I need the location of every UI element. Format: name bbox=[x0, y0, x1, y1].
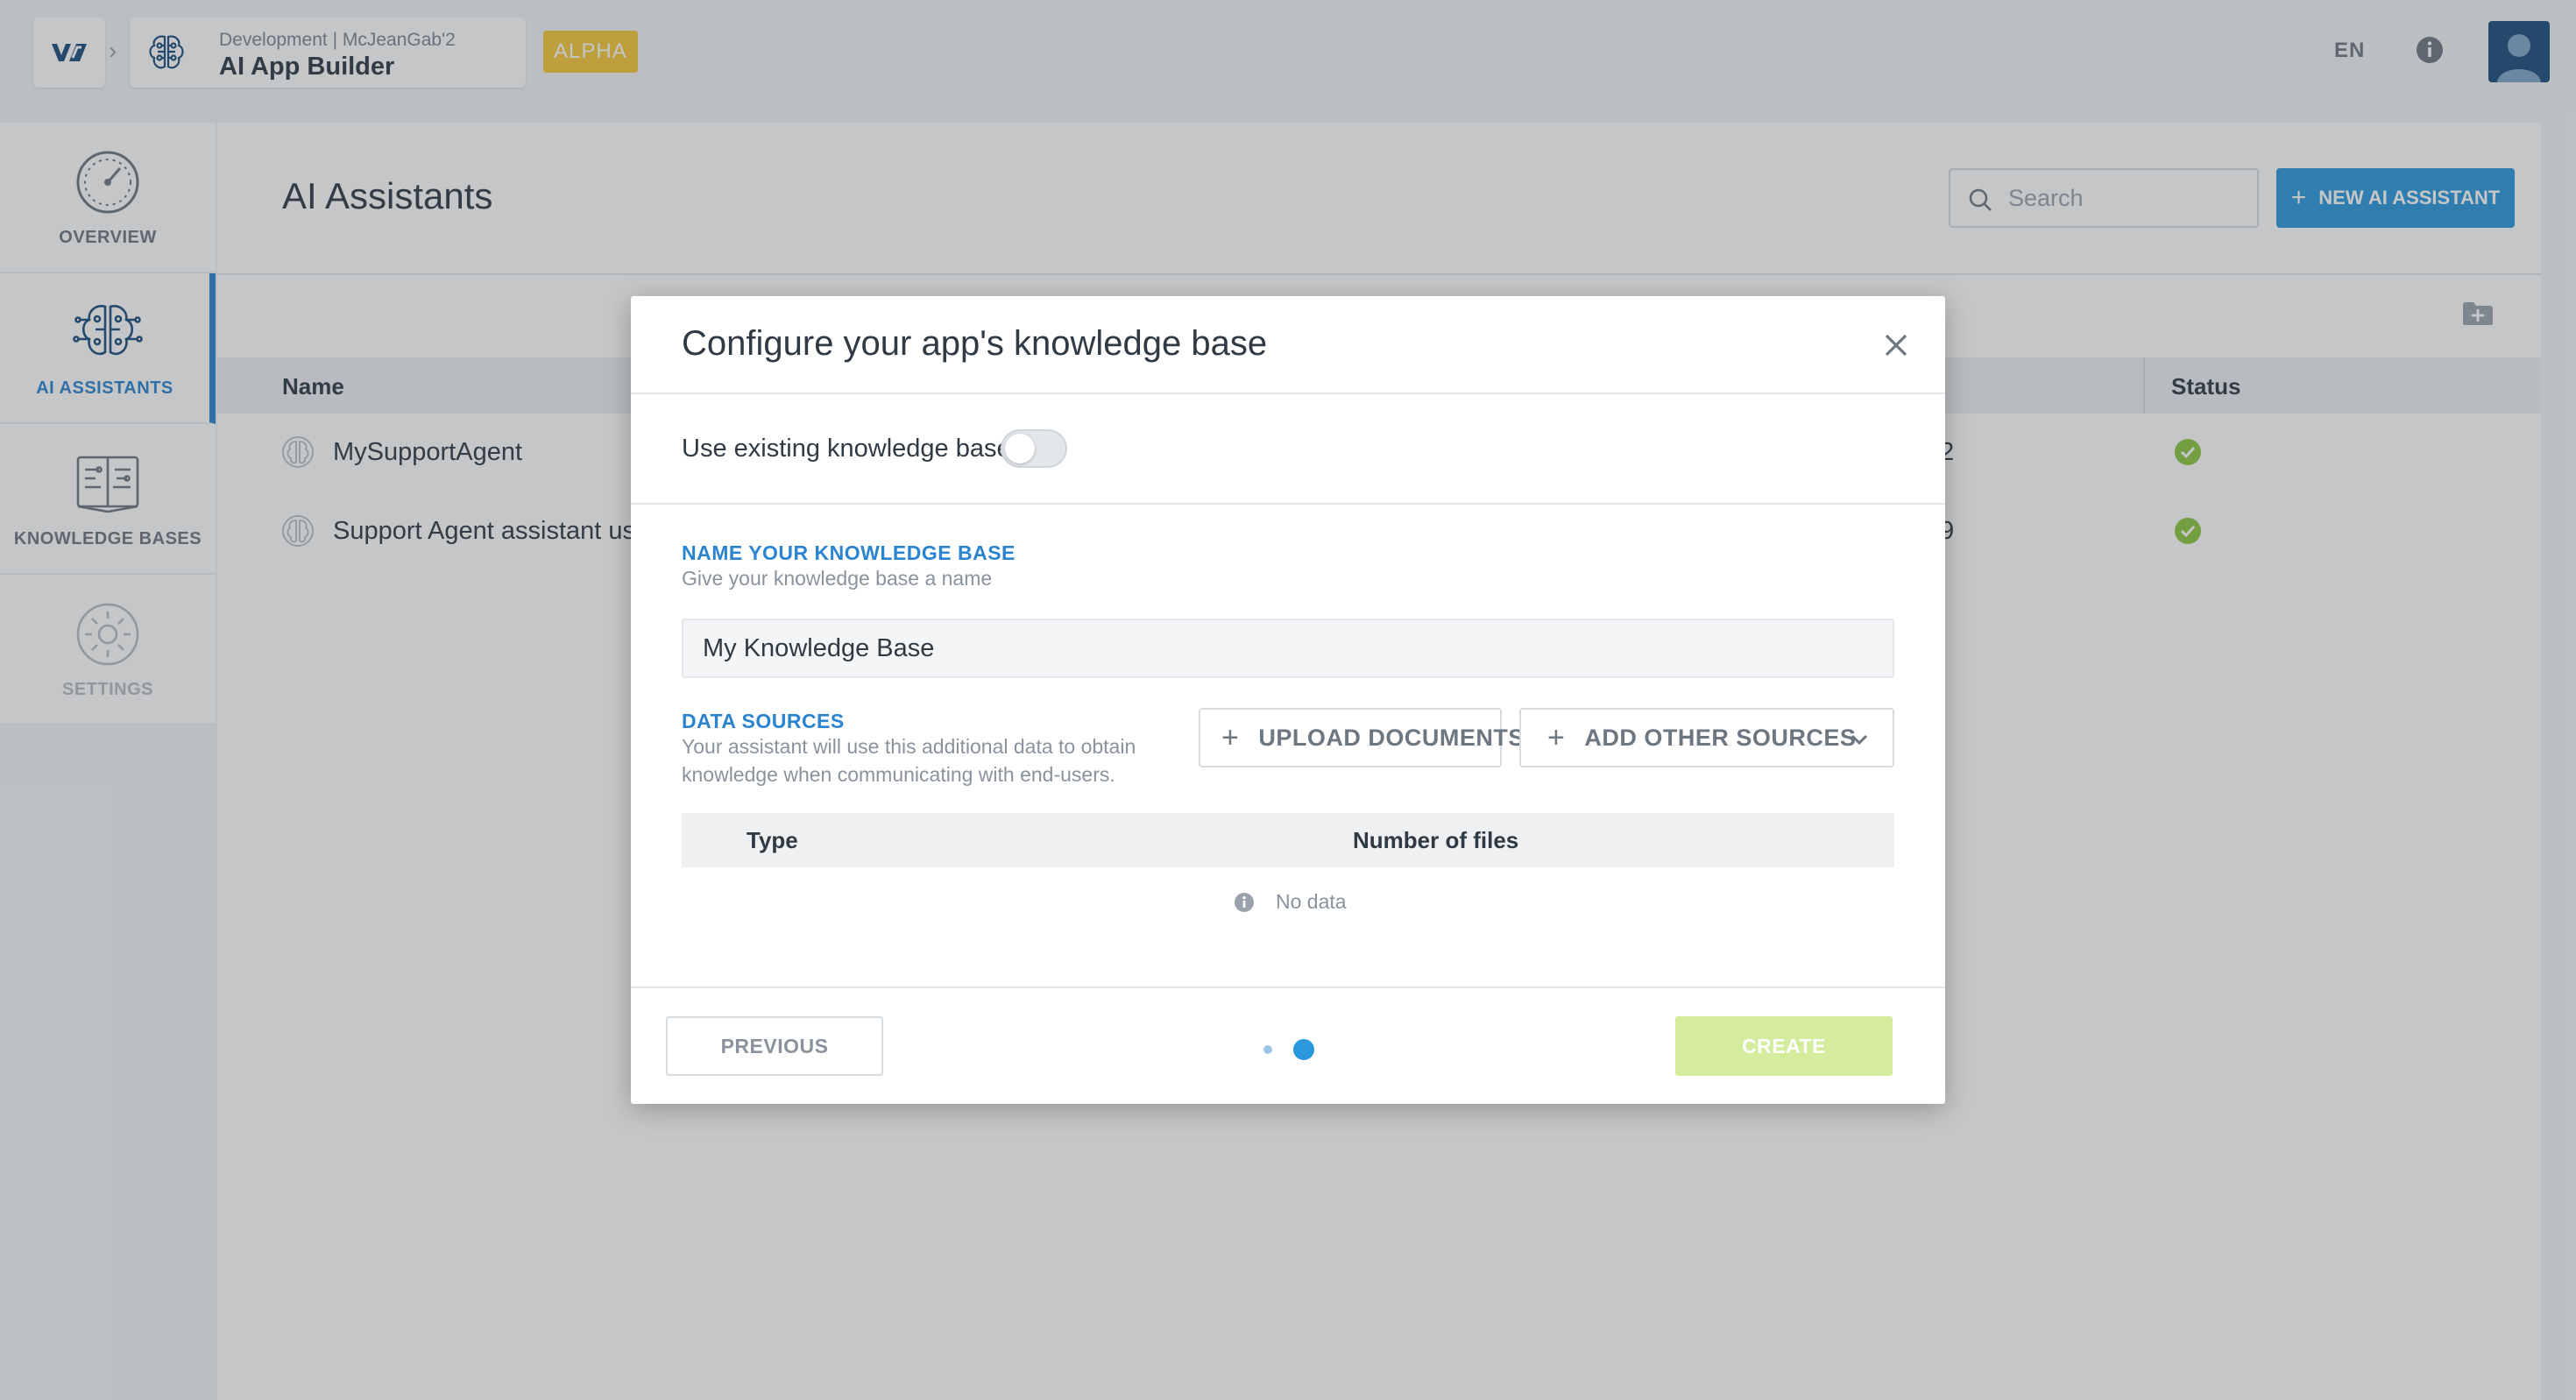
chevron-down-icon bbox=[1851, 734, 1868, 746]
add-other-sources-dropdown[interactable]: + ADD OTHER SOURCES bbox=[1519, 708, 1894, 767]
kb-name-section-title: NAME YOUR KNOWLEDGE BASE bbox=[682, 541, 1016, 564]
data-sources-table-header: Type Number of files bbox=[682, 813, 1894, 867]
close-icon bbox=[1885, 334, 1907, 357]
upload-documents-label: UPLOAD DOCUMENTS bbox=[1258, 724, 1525, 751]
modal-title: Configure your app's knowledge base bbox=[682, 324, 1268, 363]
add-other-sources-label: ADD OTHER SOURCES bbox=[1584, 724, 1857, 751]
upload-documents-button[interactable]: + UPLOAD DOCUMENTS bbox=[1199, 708, 1524, 767]
toggle-divider bbox=[631, 503, 1945, 505]
step-indicator-2 bbox=[1293, 1039, 1314, 1060]
kb-name-input[interactable] bbox=[682, 619, 1894, 678]
previous-button[interactable]: PREVIOUS bbox=[666, 1016, 883, 1076]
column-header-type: Type bbox=[747, 827, 798, 853]
data-sources-description-line2: knowledge when communicating with end-us… bbox=[682, 763, 1115, 786]
empty-state: No data bbox=[1234, 890, 1347, 914]
create-button[interactable]: CREATE bbox=[1675, 1016, 1893, 1076]
data-sources-description-line1: Your assistant will use this additional … bbox=[682, 735, 1136, 758]
plus-icon: + bbox=[1547, 720, 1566, 754]
use-existing-kb-label: Use existing knowledge base bbox=[682, 435, 1011, 463]
toggle-knob bbox=[1005, 434, 1035, 463]
column-header-number-of-files: Number of files bbox=[1353, 827, 1519, 853]
info-icon bbox=[1235, 892, 1254, 912]
empty-state-text: No data bbox=[1276, 890, 1347, 913]
kb-name-section-description: Give your knowledge base a name bbox=[682, 567, 993, 590]
use-existing-kb-toggle[interactable] bbox=[1001, 429, 1067, 468]
close-button[interactable] bbox=[1875, 324, 1917, 366]
plus-icon: + bbox=[1221, 720, 1240, 754]
modal-footer-divider bbox=[631, 986, 1945, 988]
modal-header-divider bbox=[631, 392, 1945, 394]
step-indicator-1 bbox=[1263, 1045, 1272, 1054]
data-sources-title: DATA SOURCES bbox=[682, 710, 845, 732]
knowledge-base-modal: Configure your app's knowledge base Use … bbox=[631, 296, 1945, 1104]
